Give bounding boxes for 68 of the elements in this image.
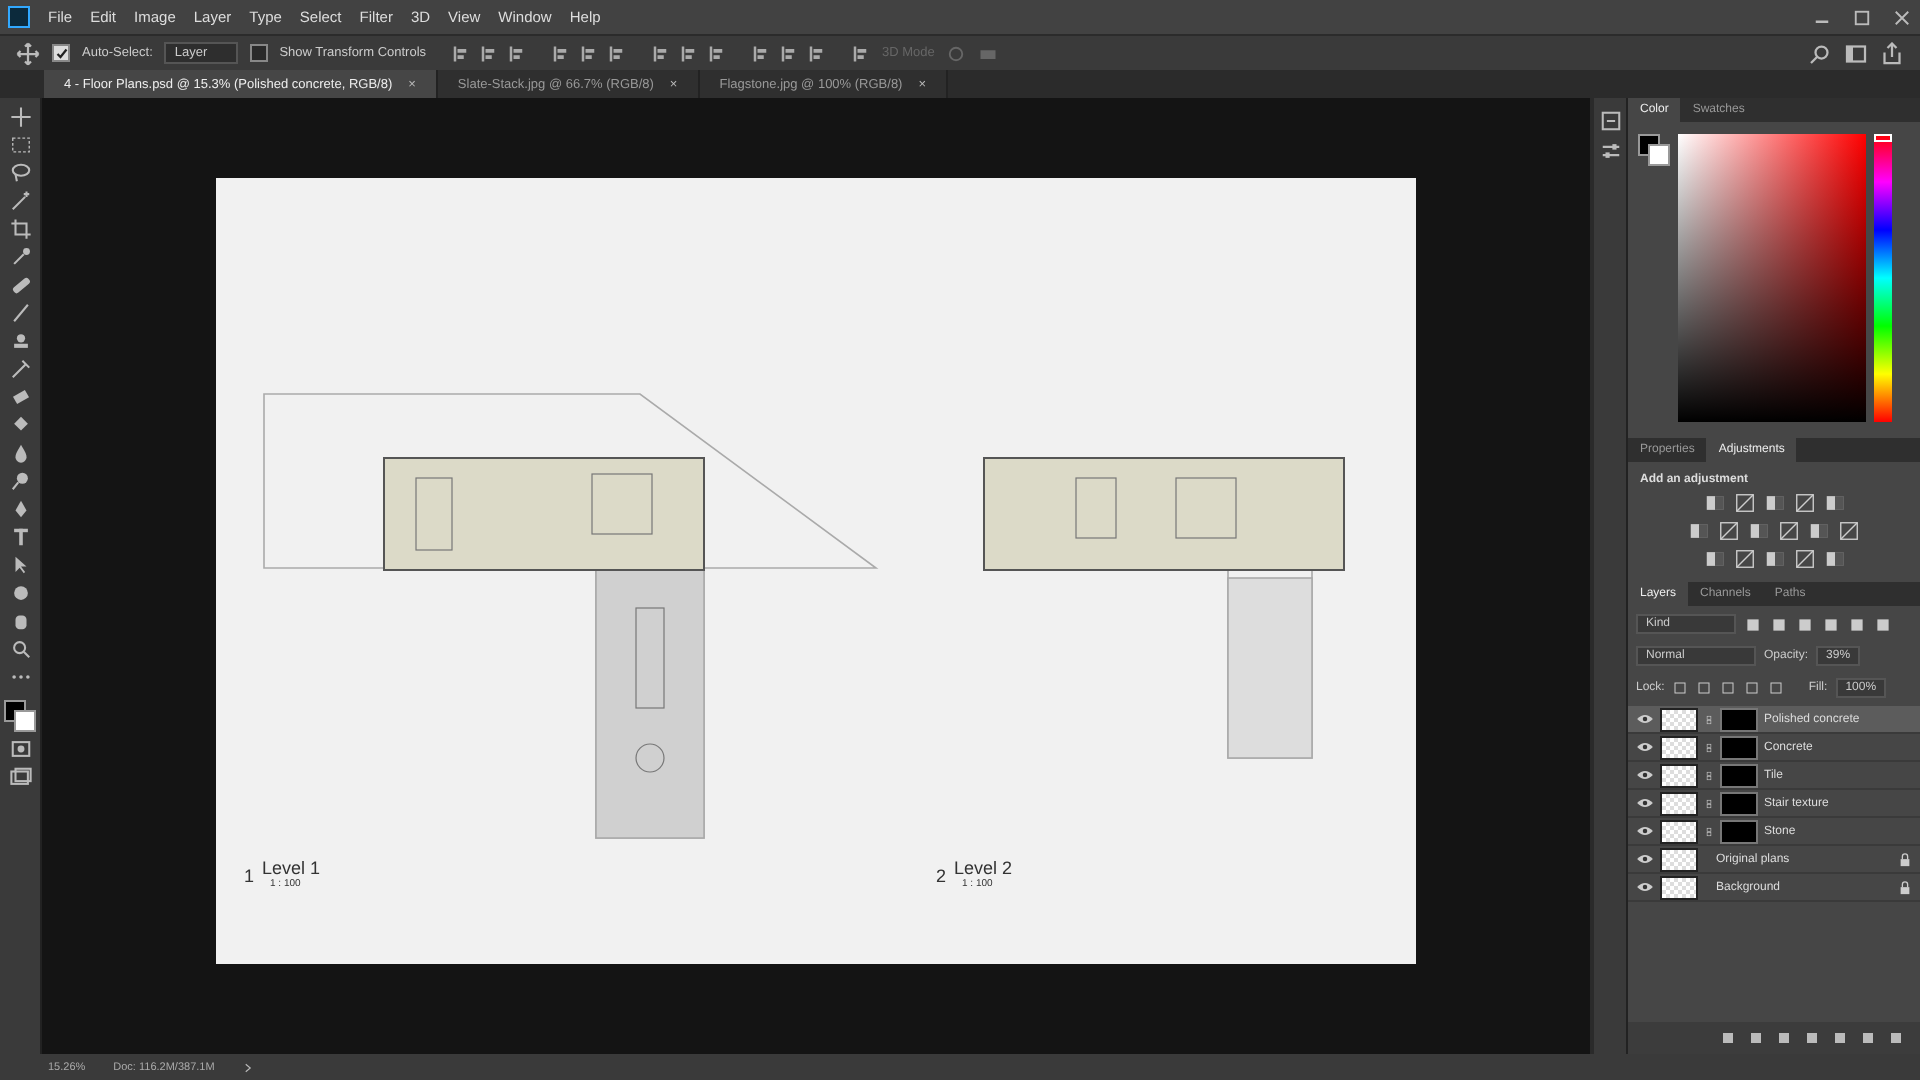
eye-icon[interactable] [1636, 738, 1654, 756]
align-icon[interactable] [706, 43, 727, 63]
quick-mask-icon[interactable] [9, 738, 31, 760]
screen-mode-icon[interactable] [9, 766, 31, 788]
mask-thumbnail [1720, 791, 1758, 815]
eye-icon[interactable] [1636, 710, 1654, 728]
align-icon[interactable] [650, 43, 671, 63]
share-icon[interactable] [1880, 41, 1904, 65]
move-icon[interactable] [9, 106, 31, 128]
checkbox[interactable] [249, 44, 268, 62]
eye-icon[interactable] [1636, 850, 1654, 868]
align-icon[interactable] [778, 43, 799, 63]
layer-thumbnail [1660, 707, 1698, 731]
maximize-icon[interactable] [1852, 7, 1872, 27]
align-icon[interactable] [578, 43, 599, 63]
plan-title: Level 2 [954, 857, 1013, 877]
eye-icon[interactable] [1636, 822, 1654, 840]
dodge-icon[interactable] [9, 470, 31, 492]
color-swatches[interactable] [1638, 134, 1670, 166]
mask-thumbnail [1720, 763, 1758, 787]
type-icon[interactable] [9, 526, 31, 548]
align-icon[interactable] [506, 43, 527, 63]
align-icon[interactable] [678, 43, 699, 63]
hue-slider-thumb[interactable] [1874, 134, 1892, 142]
lasso-icon[interactable] [9, 162, 31, 184]
stamp-icon[interactable] [9, 330, 31, 352]
eye-icon[interactable] [1636, 794, 1654, 812]
align-icon[interactable] [850, 43, 871, 63]
mask-thumbnail [1720, 735, 1758, 759]
plan-title: Level 1 [262, 857, 321, 877]
layer-thumbnail [1660, 847, 1698, 871]
lock-icon[interactable] [1898, 851, 1912, 867]
plan-number: 2 [936, 865, 947, 885]
align-icon[interactable] [450, 43, 471, 63]
marquee-icon[interactable] [9, 134, 31, 156]
crop-icon[interactable] [9, 218, 31, 240]
color-picker[interactable] [1678, 134, 1866, 422]
brush-icon[interactable] [9, 302, 31, 324]
layer-thumbnail [1660, 763, 1698, 787]
align-icon[interactable] [750, 43, 771, 63]
layer-thumbnail [1660, 791, 1698, 815]
align-icon[interactable] [478, 43, 499, 63]
move-icon[interactable] [16, 41, 40, 65]
wand-icon[interactable] [9, 190, 31, 212]
layer-thumbnail [1660, 875, 1698, 899]
checkbox[interactable] [52, 44, 70, 62]
sliders-icon[interactable] [1599, 140, 1621, 162]
search-icon[interactable] [1808, 41, 1832, 65]
plan-number: 1 [244, 865, 255, 885]
layer-thumbnail [1660, 735, 1698, 759]
align-icon[interactable] [806, 43, 827, 63]
app-logo [8, 6, 30, 28]
mask-thumbnail [1720, 819, 1758, 843]
workspace-icon[interactable] [1844, 41, 1868, 65]
history-brush-icon[interactable] [9, 358, 31, 380]
lock-icon[interactable] [1898, 879, 1912, 895]
history-icon[interactable] [1599, 110, 1621, 132]
eye-icon[interactable] [1636, 878, 1654, 896]
mask-thumbnail [1720, 707, 1758, 731]
close-icon[interactable] [1892, 7, 1912, 27]
zoom-icon[interactable] [9, 638, 31, 660]
eye-icon[interactable] [1636, 766, 1654, 784]
color-swatches[interactable] [4, 700, 36, 732]
layer-thumbnail [1660, 819, 1698, 843]
ellipse-icon[interactable] [9, 582, 31, 604]
align-icon[interactable] [550, 43, 571, 63]
eyedropper-icon[interactable] [9, 246, 31, 268]
align-icon[interactable] [606, 43, 627, 63]
